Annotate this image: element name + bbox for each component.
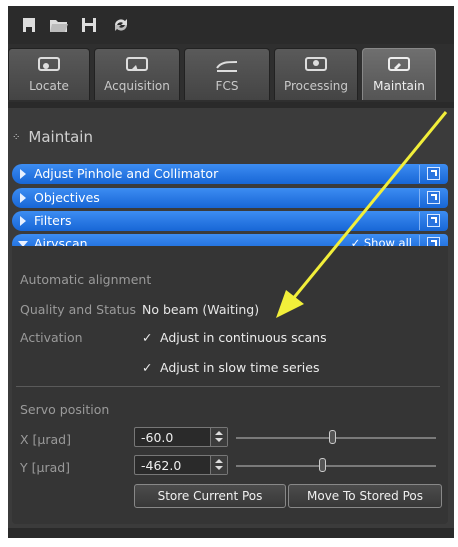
tab-acquisition[interactable]: Acquisition: [94, 48, 180, 100]
acquisition-icon: [126, 57, 148, 71]
locate-icon: [38, 57, 60, 71]
tab-bar: Locate Acquisition FCS Processing Mainta…: [8, 44, 454, 102]
section-label: Adjust Pinhole and Collimator: [34, 166, 219, 181]
expand-arrow-icon: [20, 193, 26, 203]
panel-title: ⁘ Maintain: [12, 128, 93, 146]
divider: [419, 165, 420, 183]
popout-icon[interactable]: [427, 214, 440, 227]
save-disk-icon[interactable]: [78, 13, 100, 37]
fcs-icon: [216, 61, 238, 72]
tab-maintain[interactable]: Maintain: [362, 48, 436, 100]
grip-icon: ⁘: [12, 132, 21, 143]
activation-label: Activation: [20, 330, 83, 345]
airyscan-content: Automatic alignment Quality and Status N…: [12, 246, 448, 524]
tab-label: Maintain: [373, 79, 425, 93]
divider: [419, 212, 420, 230]
tab-label: Processing: [283, 79, 349, 93]
panel-footer: [8, 528, 454, 538]
expand-arrow-icon: [20, 216, 26, 226]
quality-status-label: Quality and Status: [20, 302, 136, 317]
servo-position-heading: Servo position: [20, 402, 110, 417]
tab-label: FCS: [215, 79, 239, 93]
expand-arrow-icon: [20, 169, 26, 179]
x-slider-thumb[interactable]: [329, 430, 336, 444]
open-folder-icon[interactable]: [48, 13, 70, 37]
y-value-stepper[interactable]: -462.0: [134, 455, 228, 475]
automatic-alignment-heading: Automatic alignment: [20, 272, 152, 287]
popout-icon[interactable]: [427, 167, 440, 180]
y-label: Y [µrad]: [20, 460, 71, 475]
tab-label: Locate: [29, 79, 69, 93]
maintain-icon: [388, 57, 410, 71]
section-filters[interactable]: Filters: [12, 211, 448, 231]
checkbox-label: Adjust in slow time series: [160, 360, 320, 375]
checkmark-icon: ✓: [142, 330, 153, 345]
divider: [419, 189, 420, 207]
processing-icon: [305, 57, 327, 71]
quality-status-value: No beam (Waiting): [142, 302, 260, 317]
checkbox-continuous-scans[interactable]: ✓ Adjust in continuous scans: [142, 330, 327, 345]
checkbox-label: Adjust in continuous scans: [160, 330, 327, 345]
section-label: Objectives: [34, 190, 100, 205]
store-current-pos-button[interactable]: Store Current Pos: [134, 484, 286, 508]
tab-fcs[interactable]: FCS: [184, 48, 270, 100]
divider: [16, 386, 440, 387]
spin-arrows-icon[interactable]: [210, 456, 227, 474]
x-value: -60.0: [141, 430, 174, 445]
checkmark-icon: ✓: [142, 360, 153, 375]
y-slider-thumb[interactable]: [319, 458, 326, 472]
reuse-icon[interactable]: [110, 13, 132, 37]
spin-arrows-icon[interactable]: [210, 428, 227, 446]
zen-software-window: Locate Acquisition FCS Processing Mainta…: [8, 6, 454, 538]
section-adjust-pinhole[interactable]: Adjust Pinhole and Collimator: [12, 164, 448, 184]
toolbar: [8, 6, 454, 44]
panel-title-text: Maintain: [28, 128, 93, 146]
section-label: Filters: [34, 213, 72, 228]
tab-label: Acquisition: [104, 79, 170, 93]
x-value-stepper[interactable]: -60.0: [134, 427, 228, 447]
x-slider-track[interactable]: [236, 437, 436, 439]
tab-processing[interactable]: Processing: [274, 48, 358, 100]
x-label: X [µrad]: [20, 432, 71, 447]
move-to-stored-pos-button[interactable]: Move To Stored Pos: [288, 484, 442, 508]
section-objectives[interactable]: Objectives: [12, 188, 448, 208]
popout-icon[interactable]: [427, 191, 440, 204]
save-small-icon[interactable]: [18, 13, 40, 37]
checkbox-slow-time-series[interactable]: ✓ Adjust in slow time series: [142, 360, 319, 375]
y-value: -462.0: [141, 458, 182, 473]
y-slider-track[interactable]: [236, 465, 436, 467]
tab-locate[interactable]: Locate: [8, 48, 90, 100]
